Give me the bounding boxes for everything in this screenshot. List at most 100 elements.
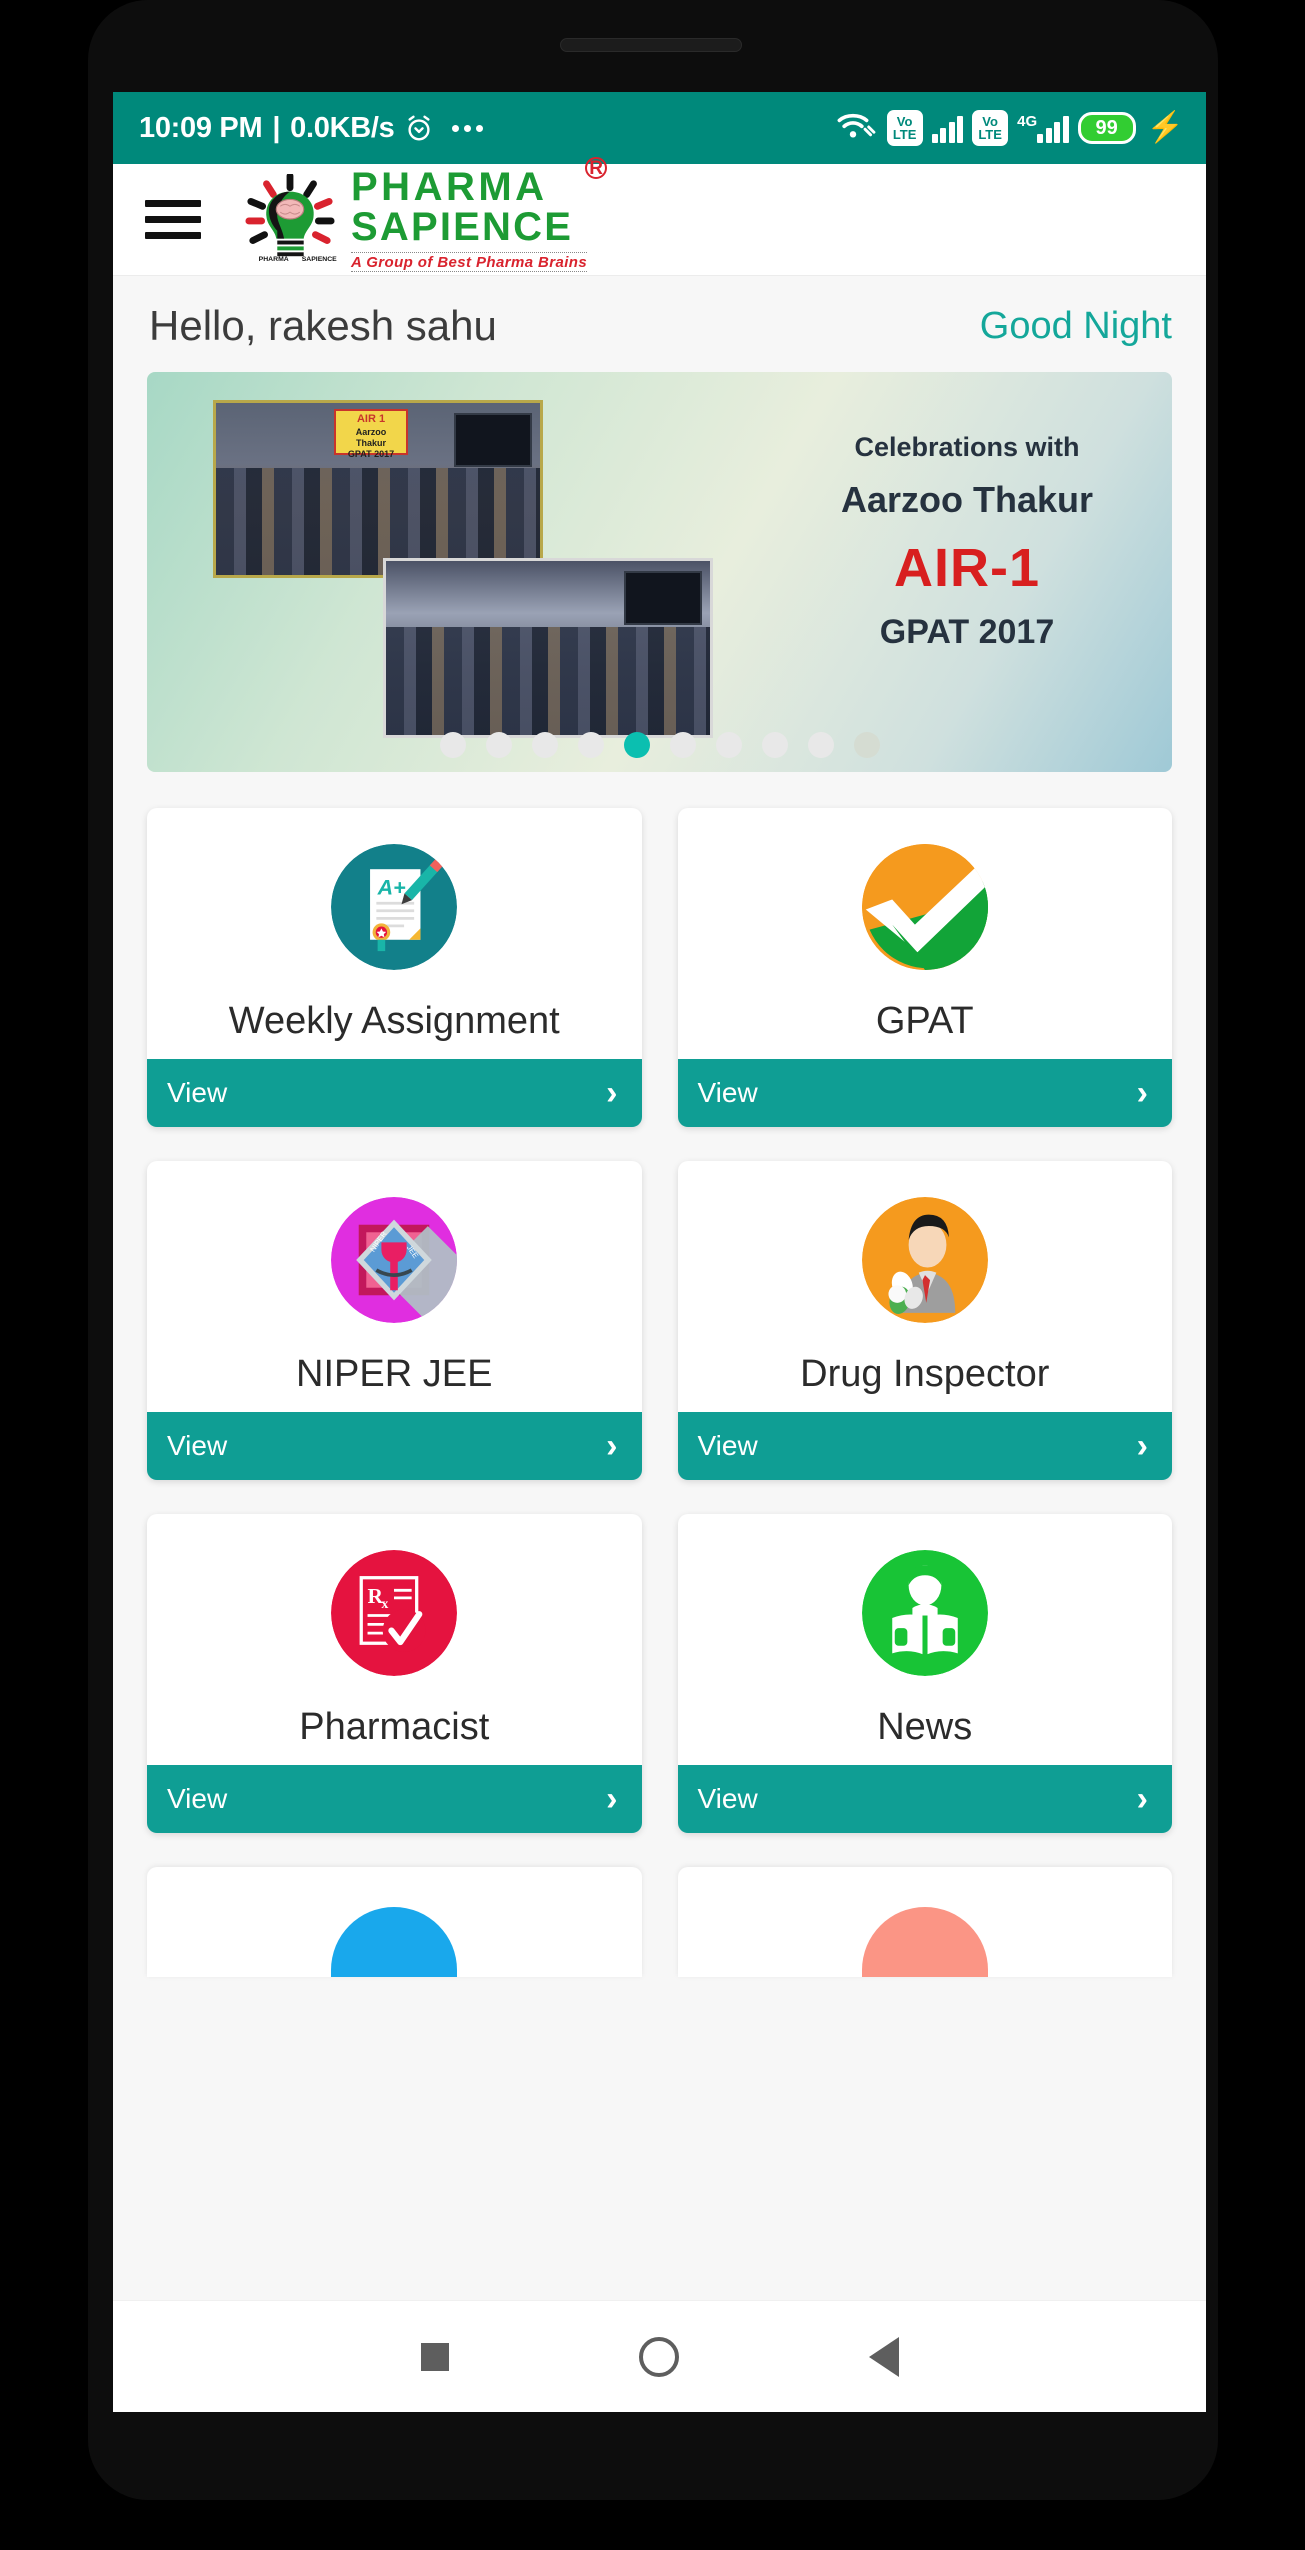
feature-card-body: NIPER JEE NIPER JEE (147, 1161, 642, 1412)
carousel-dot[interactable] (485, 732, 512, 758)
feature-card-view-button[interactable]: View › (147, 1412, 642, 1480)
banner-photo-board-2 (624, 571, 702, 625)
logo-line-1: PHARMA (351, 165, 548, 209)
feature-card[interactable]: Drug Inspector View › (677, 1161, 1173, 1480)
feature-card-body: Drug Inspector (678, 1161, 1173, 1412)
feature-card-body: Rx Pharmacist (147, 1514, 642, 1765)
promo-banner-carousel[interactable]: AIR 1 Aarzoo Thakur GPAT 2017 Celebratio… (147, 372, 1172, 772)
air-badge-line-3: Thakur (355, 438, 386, 448)
chevron-right-icon: › (1136, 1779, 1148, 1818)
feature-card-view-label: View (167, 1783, 228, 1814)
feature-card-view-button[interactable]: View › (677, 1059, 1172, 1127)
phone-screen: 10:09 PM | 0.0KB/s Vo LTE Vo LTE 4G 99 ⚡… (113, 92, 1206, 2412)
svg-text:x: x (382, 1596, 389, 1611)
status-time: 10:09 PM (139, 111, 263, 144)
feature-card-title: Drug Inspector (800, 1353, 1050, 1395)
svg-text:PHARMA: PHARMA (259, 256, 289, 263)
triangle-back-icon[interactable] (868, 2336, 899, 2377)
logo-wordmark: PHARMA R SAPIENCE A Group of Best Pharma… (351, 157, 608, 272)
feature-card[interactable]: NIPER JEE NIPER JEE View › (147, 1161, 642, 1480)
feature-card-view-label: View (697, 1783, 758, 1814)
feature-card-partial[interactable] (147, 1867, 642, 1977)
volte-badge-sim1: Vo LTE (886, 110, 923, 146)
banner-text-block: Celebrations with Aarzoo Thakur AIR-1 GP… (802, 432, 1132, 652)
signal-bars-sim1 (931, 113, 964, 143)
feature-card[interactable]: A+ Weekly Assignment View › (147, 808, 642, 1127)
feature-card-grid-partial (113, 1833, 1206, 1977)
mobile-data-group: 4G (1017, 113, 1069, 143)
volte-lte-label-2: LTE (978, 127, 1002, 142)
feature-card-title: Pharmacist (299, 1706, 490, 1748)
phone-device: 10:09 PM | 0.0KB/s Vo LTE Vo LTE 4G 99 ⚡… (0, 0, 1305, 2550)
banner-line-2: Aarzoo Thakur (840, 479, 1094, 520)
feature-card-partial[interactable] (677, 1867, 1172, 1977)
volte-lte-label: LTE (892, 127, 917, 142)
logo-tagline: A Group of Best Pharma Brains (351, 252, 588, 272)
feature-card-grid: A+ Weekly Assignment View › GPAT View › NIPER JE… (113, 772, 1206, 1833)
banner-photo-people-2 (386, 627, 710, 735)
carousel-dot[interactable] (807, 732, 834, 758)
greeting-time-of-day: Good Night (979, 304, 1172, 347)
circle-home-icon[interactable] (638, 2336, 679, 2377)
app-logo: PHARMA SAPIENCE PHARMA R SAPIENCE A Grou… (241, 157, 608, 272)
banner-photo-board (454, 413, 532, 467)
air-badge-line-1: AIR 1 (356, 413, 386, 425)
feature-card-view-label: View (167, 1077, 228, 1108)
status-bar: 10:09 PM | 0.0KB/s Vo LTE Vo LTE 4G 99 ⚡ (113, 92, 1206, 164)
air-badge-line-4: GPAT 2017 (347, 449, 395, 460)
lightbulb-brain-icon: PHARMA SAPIENCE (241, 172, 339, 266)
banner-line-3: AIR-1 (893, 538, 1040, 598)
battery-indicator: 99 (1077, 112, 1136, 144)
chevron-right-icon: › (606, 1426, 618, 1465)
chevron-right-icon: › (1136, 1426, 1148, 1465)
news-reader-icon (861, 1550, 988, 1676)
carousel-dot[interactable] (623, 732, 650, 758)
svg-text:SAPIENCE: SAPIENCE (302, 256, 337, 263)
greeting-user-name: Hello, rakesh sahu (149, 302, 497, 349)
alarm-clock-icon (404, 113, 434, 143)
logo-name-block: PHARMA R (351, 157, 608, 209)
status-bar-right: Vo LTE Vo LTE 4G 99 ⚡ (836, 110, 1184, 147)
charging-bolt-icon: ⚡ (1146, 111, 1184, 144)
feature-card-title: News (877, 1706, 973, 1748)
feature-card-body: A+ Weekly Assignment (147, 808, 642, 1059)
feature-card-view-label: View (697, 1430, 758, 1461)
partial-salmon-icon (861, 1907, 988, 1977)
svg-text:A+: A+ (377, 875, 406, 899)
niper-jee-emblem-icon: NIPER JEE (331, 1197, 458, 1323)
drug-inspector-person-icon (861, 1197, 988, 1323)
registered-trademark-icon: R (585, 157, 608, 179)
carousel-dot[interactable] (531, 732, 558, 758)
feature-card[interactable]: News View › (677, 1514, 1172, 1833)
android-navigation-bar (113, 2300, 1206, 2412)
carousel-dot[interactable] (715, 732, 742, 758)
assignment-a-plus-icon: A+ (331, 844, 458, 970)
pharmacist-rx-icon: Rx (331, 1550, 458, 1676)
earpiece-speaker (560, 38, 742, 52)
carousel-dot[interactable] (853, 732, 880, 758)
square-recents-icon[interactable] (420, 2342, 449, 2371)
feature-card[interactable]: Rx Pharmacist View › (147, 1514, 642, 1833)
feature-card-view-button[interactable]: View › (677, 1412, 1172, 1480)
signal-bars-sim2 (1037, 113, 1069, 143)
feature-card-view-button[interactable]: View › (677, 1765, 1172, 1833)
wifi-icon (836, 110, 878, 147)
feature-card[interactable]: GPAT View › (677, 808, 1173, 1127)
network-type-label: 4G (1017, 113, 1038, 130)
feature-card-body: GPAT (678, 808, 1173, 1059)
feature-card-title: Weekly Assignment (228, 1000, 560, 1042)
logo-line-2: SAPIENCE (351, 205, 574, 249)
status-bar-left: 10:09 PM | 0.0KB/s (139, 111, 484, 145)
feature-card-view-button[interactable]: View › (147, 1059, 642, 1127)
chevron-right-icon: › (1136, 1073, 1148, 1112)
carousel-dot[interactable] (439, 732, 466, 758)
carousel-dots[interactable] (147, 732, 1172, 758)
air-badge-line-2: Aarzoo (355, 426, 387, 437)
carousel-dot[interactable] (577, 732, 604, 758)
carousel-dot[interactable] (761, 732, 788, 758)
more-dots-icon (452, 124, 484, 132)
carousel-dot[interactable] (669, 732, 696, 758)
feature-card-title: GPAT (875, 1000, 974, 1042)
feature-card-view-button[interactable]: View › (147, 1765, 642, 1833)
hamburger-menu-icon[interactable] (145, 200, 201, 239)
